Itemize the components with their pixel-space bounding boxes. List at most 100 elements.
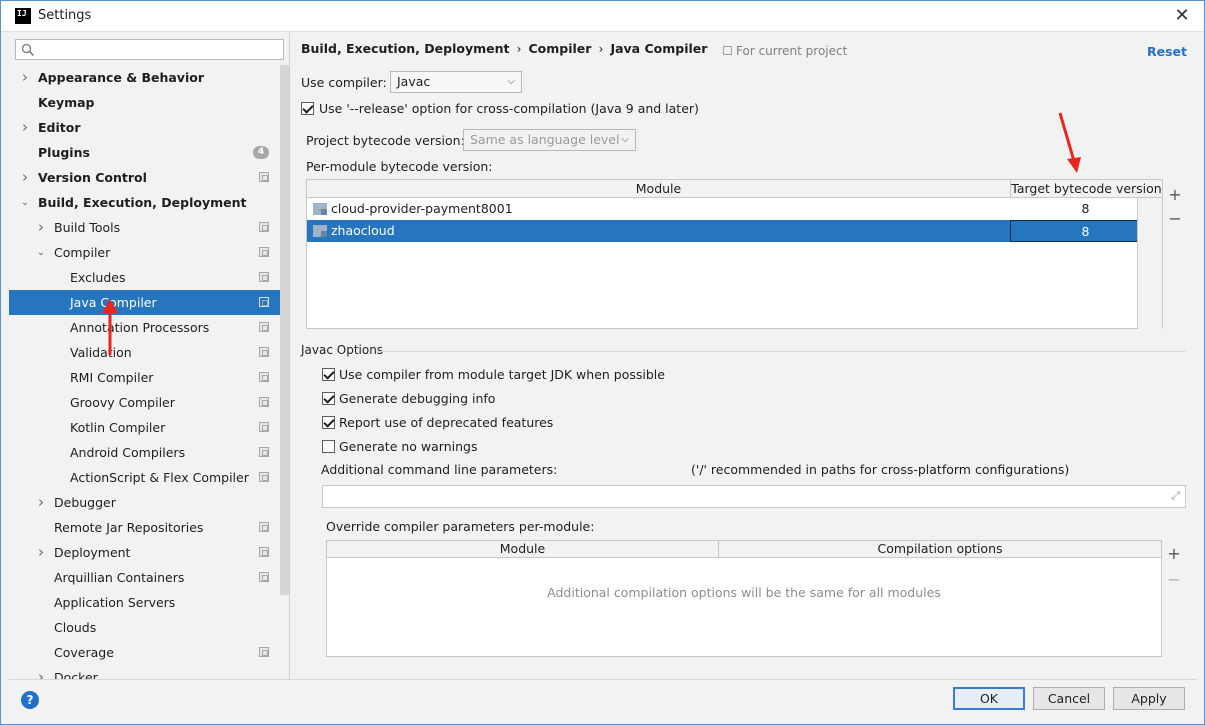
sidebar-item-keymap[interactable]: Keymap: [9, 90, 281, 115]
sidebar-item-plugins[interactable]: Plugins 4: [9, 140, 281, 165]
sidebar-item-label: Annotation Processors: [70, 320, 210, 335]
sidebar-item-groovy-compiler[interactable]: Groovy Compiler: [9, 390, 281, 415]
sidebar-item-label: Appearance & Behavior: [38, 70, 204, 85]
breadcrumb-separator-icon: ›: [598, 41, 604, 56]
breadcrumb-item: Build, Execution, Deployment: [301, 41, 510, 56]
module-icon: [313, 225, 327, 237]
project-scope-icon: [259, 647, 269, 657]
table-header: Module Target bytecode version: [307, 180, 1162, 198]
sidebar-scrollbar[interactable]: [280, 65, 289, 595]
sidebar-item-coverage[interactable]: Coverage: [9, 640, 281, 665]
project-scope-icon: [259, 172, 269, 182]
sidebar-item-actionscript-flex-compiler[interactable]: ActionScript & Flex Compiler: [9, 465, 281, 490]
title-bar: IJ Settings ✕: [1, 1, 1204, 32]
sidebar-item-android-compilers[interactable]: Android Compilers: [9, 440, 281, 465]
settings-sidebar: › Appearance & Behavior Keymap › Editor Plugi…: [9, 33, 290, 679]
chevron-down-icon: ⌵: [621, 134, 629, 145]
sidebar-item-label: Groovy Compiler: [70, 395, 175, 410]
use-target-jdk-label: Use compiler from module target JDK when…: [339, 367, 665, 382]
remove-module-icon[interactable]: −: [1166, 210, 1184, 228]
chevron-right-icon[interactable]: ›: [35, 215, 47, 240]
table-header: Module Compilation options: [327, 541, 1161, 558]
chevron-down-icon[interactable]: ⌄: [35, 240, 47, 265]
column-header-module[interactable]: Module: [307, 180, 1010, 198]
empty-table-text: Additional compilation options will be t…: [547, 585, 941, 600]
add-override-icon[interactable]: +: [1165, 545, 1183, 563]
project-scope-icon: [259, 547, 269, 557]
ok-button[interactable]: OK: [953, 687, 1025, 710]
additional-params-label: Additional command line parameters:: [321, 462, 558, 477]
group-divider: [376, 351, 1186, 352]
expand-icon[interactable]: ⤢: [1171, 489, 1180, 503]
column-header-target-version[interactable]: Target bytecode version: [1010, 180, 1162, 198]
chevron-right-icon[interactable]: ›: [35, 540, 47, 565]
module-name: cloud-provider-payment8001: [331, 201, 513, 216]
table-row[interactable]: cloud-provider-payment8001 8: [307, 198, 1162, 220]
override-params-label: Override compiler parameters per-module:: [326, 519, 595, 534]
project-scope-icon: [259, 372, 269, 382]
chevron-down-icon[interactable]: ⌄: [19, 190, 31, 215]
sidebar-item-excludes[interactable]: Excludes: [9, 265, 281, 290]
project-bytecode-value: Same as language level: [470, 132, 620, 147]
project-scope-icon: [259, 422, 269, 432]
sidebar-item-java-compiler[interactable]: Java Compiler: [9, 290, 281, 315]
project-scope-icon: [259, 247, 269, 257]
sidebar-item-label: Build, Execution, Deployment: [38, 195, 247, 210]
table-scrollbar[interactable]: [1137, 198, 1162, 329]
project-bytecode-label: Project bytecode version:: [306, 133, 465, 148]
no-warnings-checkbox[interactable]: [322, 440, 335, 453]
chevron-right-icon[interactable]: ›: [35, 665, 47, 679]
debug-info-checkbox[interactable]: [322, 392, 335, 405]
sidebar-item-compiler[interactable]: ⌄ Compiler: [9, 240, 281, 265]
apply-button[interactable]: Apply: [1113, 687, 1185, 710]
deprecation-checkbox[interactable]: [322, 416, 335, 429]
sidebar-item-build-tools[interactable]: › Build Tools: [9, 215, 281, 240]
use-target-jdk-checkbox[interactable]: [322, 368, 335, 381]
chevron-right-icon[interactable]: ›: [35, 490, 47, 515]
project-bytecode-select[interactable]: Same as language level ⌵: [463, 129, 636, 151]
sidebar-item-docker[interactable]: › Docker: [9, 665, 281, 679]
add-module-icon[interactable]: +: [1166, 186, 1184, 204]
chevron-down-icon: ⌵: [507, 76, 515, 87]
sidebar-item-label: Build Tools: [54, 220, 121, 235]
cancel-button[interactable]: Cancel: [1033, 687, 1105, 710]
sidebar-item-label: Coverage: [54, 645, 114, 660]
remove-override-icon[interactable]: −: [1165, 571, 1183, 589]
deprecation-label: Report use of deprecated features: [339, 415, 554, 430]
project-scope-icon: [259, 472, 269, 482]
sidebar-item-application-servers[interactable]: Application Servers: [9, 590, 281, 615]
sidebar-item-arquillian-containers[interactable]: Arquillian Containers: [9, 565, 281, 590]
sidebar-item-version-control[interactable]: › Version Control: [9, 165, 281, 190]
release-option-label: Use '--release' option for cross-compila…: [319, 101, 699, 116]
sidebar-item-build-execution-deployment[interactable]: ⌄ Build, Execution, Deployment: [9, 190, 281, 215]
sidebar-item-kotlin-compiler[interactable]: Kotlin Compiler: [9, 415, 281, 440]
module-icon: [313, 203, 327, 215]
sidebar-item-deployment[interactable]: › Deployment: [9, 540, 281, 565]
sidebar-item-label: Debugger: [54, 495, 116, 510]
column-header-compilation-options[interactable]: Compilation options: [718, 541, 1161, 558]
settings-search-input[interactable]: [15, 39, 284, 60]
annotation-arrow-icon: [1058, 112, 1081, 173]
chevron-right-icon[interactable]: ›: [19, 65, 31, 90]
sidebar-item-debugger[interactable]: › Debugger: [9, 490, 281, 515]
sidebar-item-validation[interactable]: Validation: [9, 340, 281, 365]
sidebar-item-clouds[interactable]: Clouds: [9, 615, 281, 640]
sidebar-item-remote-jar-repositories[interactable]: Remote Jar Repositories: [9, 515, 281, 540]
sidebar-item-appearance-behavior[interactable]: › Appearance & Behavior: [9, 65, 281, 90]
bytecode-version-table: Module Target bytecode version cloud-pro…: [306, 179, 1182, 329]
close-icon[interactable]: ✕: [1170, 4, 1194, 28]
no-warnings-label: Generate no warnings: [339, 439, 478, 454]
use-compiler-select[interactable]: Javac ⌵: [390, 71, 522, 93]
sidebar-item-annotation-processors[interactable]: Annotation Processors: [9, 315, 281, 340]
sidebar-item-rmi-compiler[interactable]: RMI Compiler: [9, 365, 281, 390]
column-header-module[interactable]: Module: [327, 541, 718, 558]
reset-link[interactable]: Reset: [1147, 44, 1187, 59]
help-icon[interactable]: ?: [21, 691, 39, 709]
chevron-right-icon[interactable]: ›: [19, 115, 31, 140]
table-row-selected[interactable]: zhaocloud 8: [307, 220, 1162, 242]
project-scope-icon: [259, 397, 269, 407]
release-option-checkbox[interactable]: [301, 102, 314, 115]
additional-params-field[interactable]: ⤢: [322, 485, 1186, 508]
sidebar-item-editor[interactable]: › Editor: [9, 115, 281, 140]
chevron-right-icon[interactable]: ›: [19, 165, 31, 190]
